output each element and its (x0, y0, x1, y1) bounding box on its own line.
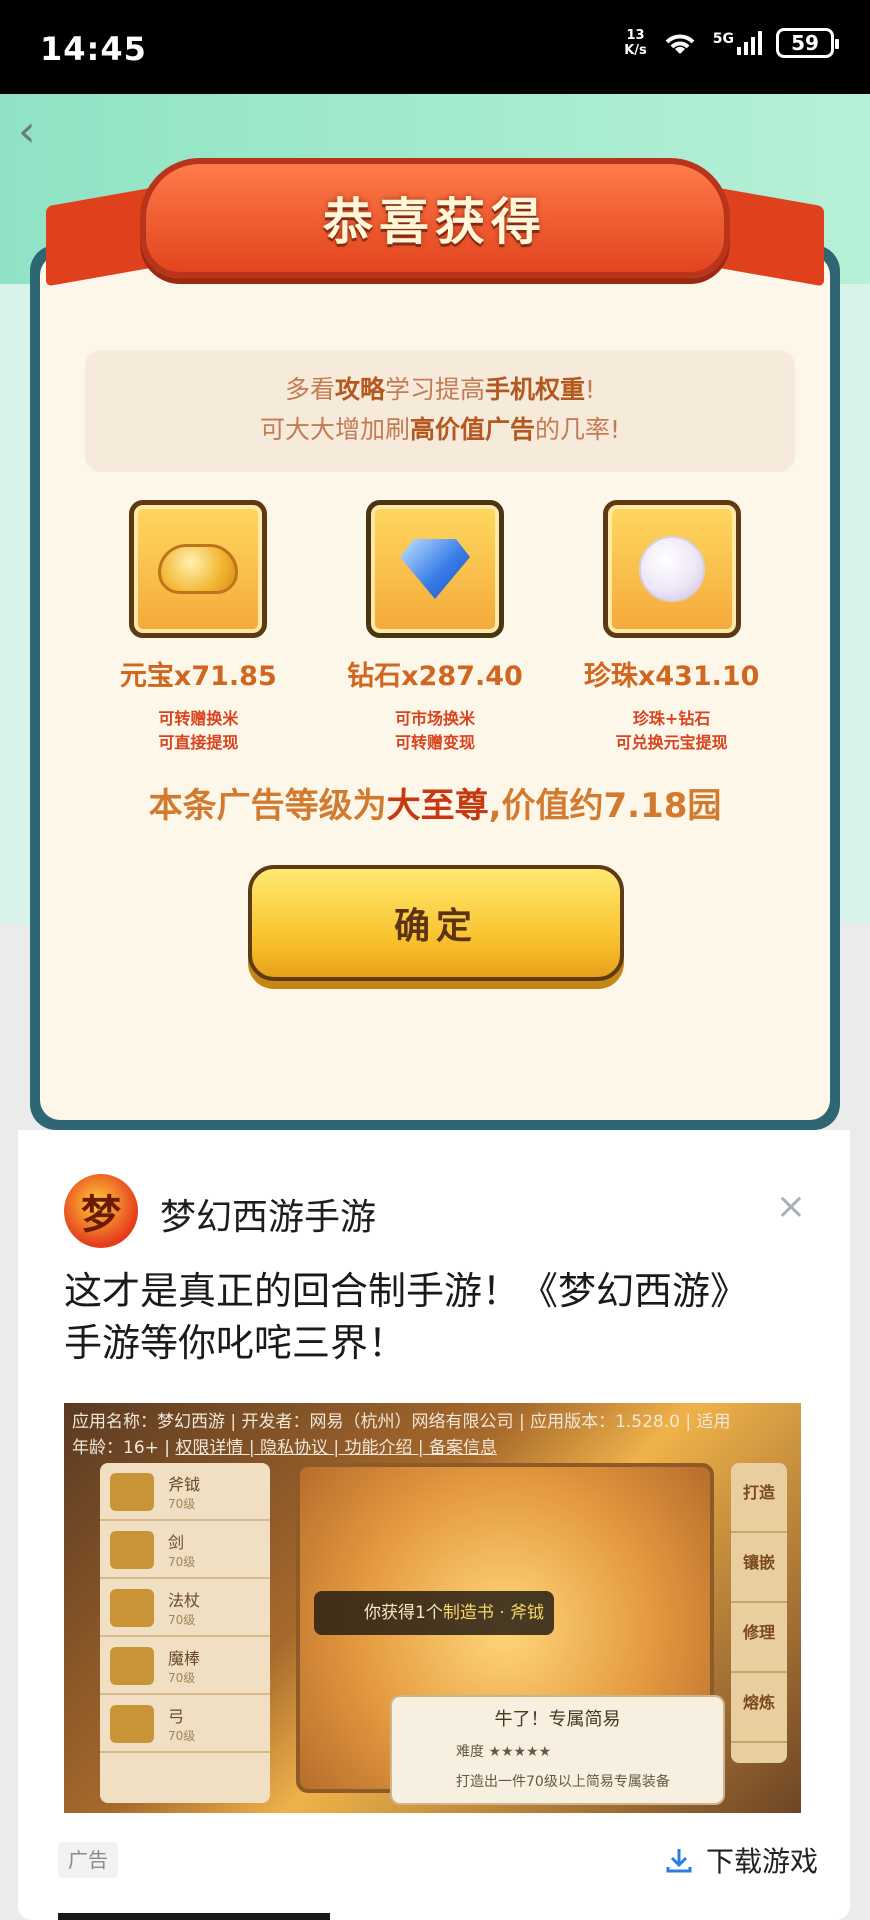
ad-media[interactable]: 斧钺 70级 剑 70级 法杖 70级 魔棒 70级 弓 70级 你获得1个制造书 · 斧… (64, 1403, 801, 1813)
close-icon[interactable]: × (776, 1186, 806, 1227)
tip-line-2: 可大大增加刷高价值广告的几率! (259, 415, 621, 444)
back-arrow-icon[interactable]: ‹ (18, 110, 52, 154)
achievement-popup: 牛了！专属简易 难度 ★★★★★ 打造出一件70级以上简易专属装备 (390, 1695, 725, 1805)
game-tab: 熔炼 (731, 1673, 787, 1743)
status-icons: 13 K/s 5G 59 (624, 28, 839, 58)
reward-note: 可转赠换米 可直接提现 (158, 709, 239, 752)
reward-amount: 钻石x287.40 (347, 661, 523, 692)
reward-item: 钻石x287.40 可市场换米 可转赠变现 (335, 500, 535, 755)
network-speed: 13 K/s (624, 28, 647, 58)
game-tab: 打造 (731, 1463, 787, 1533)
battery-icon: 59 (776, 28, 839, 58)
equipment-list: 斧钺 70级 剑 70级 法杖 70级 魔棒 70级 弓 70级 (100, 1463, 270, 1803)
tip-line-1: 多看攻略学习提高手机权重! (284, 375, 596, 404)
ad-tag: 广告 (58, 1842, 118, 1878)
app-logo[interactable]: 梦 (64, 1174, 138, 1248)
diamond-icon (365, 500, 504, 638)
confirm-button-label: 确定 (393, 906, 478, 947)
list-item: 法杖 70级 (100, 1579, 270, 1637)
ad-footer: 广告 下载游戏 (58, 1836, 818, 1886)
ad-description[interactable]: 这才是真正的回合制手游！《梦幻西游》手游等你叱咤三界！ (64, 1265, 764, 1369)
confirm-button[interactable]: 确定 (248, 865, 624, 981)
title-ribbon: 恭喜获得 (140, 158, 730, 278)
list-item: 魔棒 70级 (100, 1637, 270, 1695)
wifi-icon (665, 34, 695, 54)
game-tabs: 打造 镶嵌 修理 熔炼 (731, 1463, 787, 1763)
ad-level-text: 本条广告等级为大至尊,价值约7.18园 (148, 786, 722, 826)
download-label: 下载游戏 (705, 1845, 818, 1878)
game-tab: 镶嵌 (731, 1533, 787, 1603)
ad-card[interactable]: 梦 梦幻西游手游 × 这才是真正的回合制手游！《梦幻西游》手游等你叱咤三界！ 斧… (18, 1130, 850, 1920)
reward-dialog: 多看攻略学习提高手机权重! 可大大增加刷高价值广告的几率! 元宝x71.85 可… (30, 245, 840, 1130)
dialog-title: 恭喜获得 (323, 193, 547, 251)
list-item: 剑 70级 (100, 1521, 270, 1579)
tip-box: 多看攻略学习提高手机权重! 可大大增加刷高价值广告的几率! (85, 350, 795, 472)
list-item: 弓 70级 (100, 1695, 270, 1753)
reward-note: 珍珠+钻石 可兑换元宝提现 (615, 709, 728, 752)
pearl-icon (602, 500, 741, 638)
reward-item: 珍珠x431.10 珍珠+钻石 可兑换元宝提现 (572, 500, 772, 755)
ad-app-name[interactable]: 梦幻西游手游 (160, 1188, 376, 1240)
home-indicator (58, 1913, 330, 1920)
download-icon (664, 1845, 694, 1875)
reward-note: 可市场换米 可转赠变现 (394, 709, 475, 752)
list-item: 斧钺 70级 (100, 1463, 270, 1521)
game-tab: 修理 (731, 1603, 787, 1673)
signal-5g-icon: 5G (713, 31, 762, 55)
app-info-text: 应用名称：梦幻西游 | 开发者：网易（杭州）网络有限公司 | 应用版本：1.52… (72, 1412, 731, 1458)
reward-list: 元宝x71.85 可转赠换米 可直接提现 钻石x287.40 可市场换米 可转赠… (40, 500, 830, 755)
download-game-button[interactable]: 下载游戏 (664, 1840, 818, 1880)
forge-banner: 你获得1个制造书 · 斧钺 (314, 1591, 554, 1635)
reward-amount: 元宝x71.85 (119, 661, 277, 692)
reward-dialog-body: 多看攻略学习提高手机权重! 可大大增加刷高价值广告的几率! 元宝x71.85 可… (40, 255, 830, 1120)
gold-ingot-icon (129, 500, 268, 638)
status-time: 14:45 (40, 30, 147, 68)
status-bar: 14:45 13 K/s 5G 59 (0, 0, 870, 94)
app-info-links[interactable]: 权限详情 | 隐私协议 | 功能介绍 | 备案信息 (175, 1438, 497, 1458)
reward-item: 元宝x71.85 可转赠换米 可直接提现 (98, 500, 298, 755)
reward-amount: 珍珠x431.10 (583, 661, 760, 692)
